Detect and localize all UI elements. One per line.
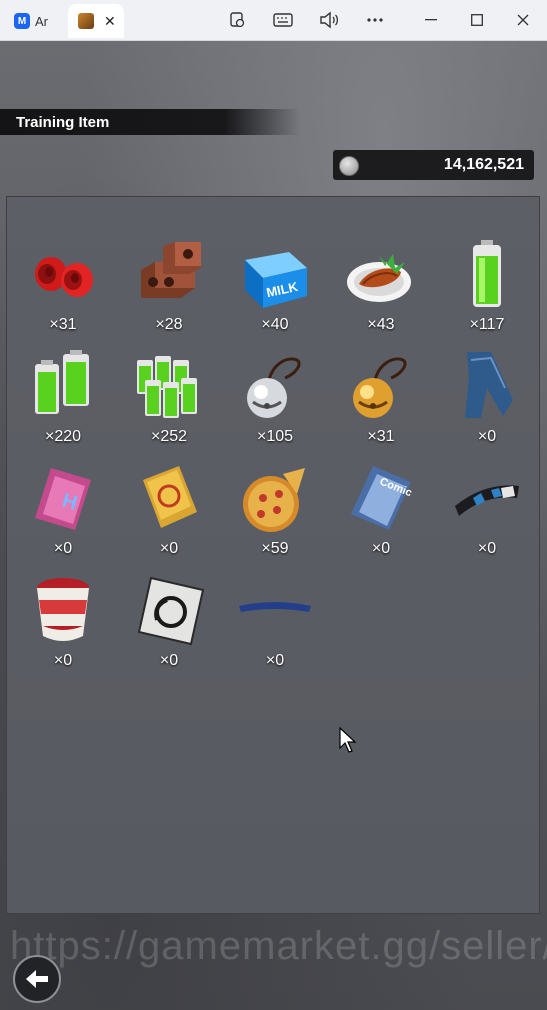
item-count: ×28	[155, 316, 183, 333]
screenshot-icon[interactable]	[214, 0, 260, 40]
headband-icon	[455, 485, 519, 516]
watermark: https://gamemarket.gg/seller/	[10, 924, 547, 968]
item-count: ×31	[49, 316, 77, 333]
item-battery-pack[interactable]: ×220	[13, 346, 113, 456]
back-button[interactable]	[13, 955, 61, 1003]
item-dumbbell[interactable]: ×31	[13, 234, 113, 344]
item-count: ×0	[159, 540, 179, 557]
more-icon[interactable]	[352, 0, 398, 40]
tab-label: Ar	[35, 13, 48, 29]
item-count: ×252	[150, 428, 188, 445]
battery-icon	[473, 240, 501, 307]
volume-icon[interactable]	[306, 0, 352, 40]
blue-band-icon	[239, 602, 311, 612]
item-bricks[interactable]: ×28	[119, 234, 219, 344]
item-gold-bell[interactable]: ×31	[331, 346, 431, 456]
item-count: ×0	[477, 428, 497, 445]
minimize-icon[interactable]	[408, 0, 454, 40]
close-icon[interactable]	[500, 0, 546, 40]
silver-bell-icon	[247, 357, 301, 418]
item-grid: ×31 ×28 MILK ×40 ×43 ×117 ×220 ×252 ×105…	[6, 196, 540, 914]
item-count: ×0	[159, 652, 179, 669]
item-count: ×105	[256, 428, 294, 445]
item-silver-bell[interactable]: ×105	[225, 346, 325, 456]
tab-game[interactable]: ✕	[68, 4, 124, 38]
item-count: ×0	[53, 540, 73, 557]
back-arrow-icon	[26, 970, 48, 988]
book-yellow-icon	[143, 466, 197, 528]
cup-noodle-icon	[37, 578, 89, 641]
dumbbell-icon	[35, 257, 93, 297]
page-title: Training Item	[16, 114, 110, 131]
grilled-meat-icon	[347, 254, 411, 302]
item-count: ×0	[371, 540, 391, 557]
comic-book-icon: Comic	[351, 466, 414, 530]
item-count: ×40	[261, 316, 289, 333]
app-icon: M	[14, 13, 30, 29]
item-jeans[interactable]: ×0	[437, 346, 537, 456]
item-battery[interactable]: ×117	[437, 234, 537, 344]
currency-display: 14,162,521	[333, 150, 534, 180]
item-cup-noodle[interactable]: ×0	[13, 570, 113, 680]
item-count: ×31	[367, 428, 395, 445]
title-bar: Training Item	[0, 109, 300, 135]
item-grilled-meat[interactable]: ×43	[331, 234, 431, 344]
item-pizza[interactable]: ×59	[225, 458, 325, 568]
game-screen: Training Item 14,162,521 ×31 ×28 MILK ×4…	[0, 41, 547, 1010]
sticker-card-icon	[137, 576, 205, 646]
milk-carton-icon: MILK	[245, 252, 307, 308]
gold-bell-icon	[353, 357, 407, 418]
keyboard-icon[interactable]	[260, 0, 306, 40]
item-battery-crate[interactable]: ×252	[119, 346, 219, 456]
item-milk-carton[interactable]: MILK ×40	[225, 234, 325, 344]
battery-crate-icon	[137, 356, 197, 418]
item-count: ×220	[44, 428, 82, 445]
tab-app[interactable]: M Ar	[14, 4, 64, 38]
tab-close-icon[interactable]: ✕	[104, 13, 116, 30]
item-count: ×0	[477, 540, 497, 557]
item-count: ×117	[469, 316, 505, 333]
item-count: ×59	[261, 540, 289, 557]
item-count: ×43	[367, 316, 395, 333]
item-count: ×0	[265, 652, 285, 669]
mouse-cursor-icon	[339, 727, 357, 753]
maximize-icon[interactable]	[454, 0, 500, 40]
jeans-icon	[465, 352, 513, 418]
item-magazine-pink[interactable]: H ×0	[13, 458, 113, 568]
item-count: ×0	[53, 652, 73, 669]
item-sticker-card[interactable]: ×0	[119, 570, 219, 680]
item-book-yellow[interactable]: ×0	[119, 458, 219, 568]
item-blue-band[interactable]: ×0	[225, 570, 325, 680]
battery-pack-icon	[35, 350, 89, 414]
coin-icon	[339, 156, 359, 176]
magazine-pink-icon: H	[35, 468, 91, 530]
item-comic-book[interactable]: Comic ×0	[331, 458, 431, 568]
pizza-icon	[243, 468, 305, 532]
currency-value: 14,162,521	[443, 156, 524, 173]
game-icon	[78, 13, 94, 29]
item-headband[interactable]: ×0	[437, 458, 537, 568]
browser-titlebar: M Ar ✕	[0, 0, 547, 41]
bricks-icon	[141, 242, 201, 298]
